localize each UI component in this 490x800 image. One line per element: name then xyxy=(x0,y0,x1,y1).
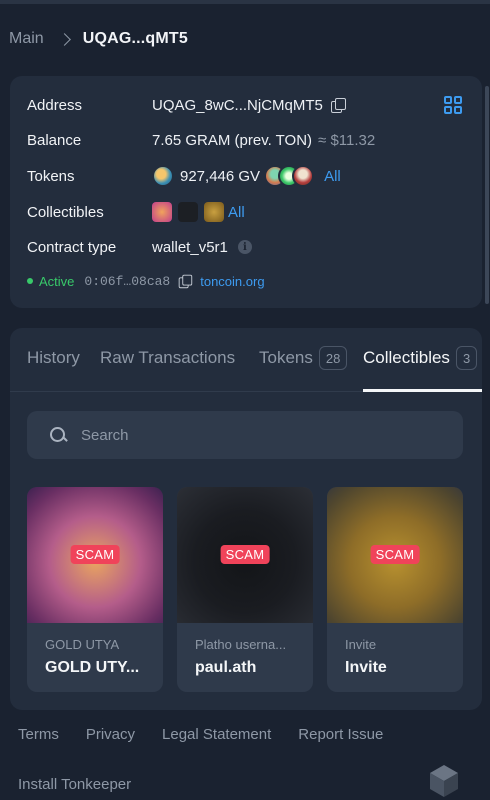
footer-link-privacy[interactable]: Privacy xyxy=(86,726,135,743)
tab-label: Raw Transactions xyxy=(100,348,236,367)
breadcrumb-current: UQAG...qMT5 xyxy=(82,30,188,47)
tokens-row: Tokens 927,446 GV All xyxy=(27,164,341,188)
nft-collection: Invite xyxy=(345,637,377,652)
tab-label: History xyxy=(27,348,80,367)
address-value[interactable]: UQAG_8wC...NjCMqMT5 xyxy=(152,97,323,114)
status-badge: Active xyxy=(39,273,75,289)
token-icon xyxy=(292,165,315,187)
active-tab-indicator xyxy=(363,389,482,392)
balance-usd: ≈ $11.32 xyxy=(318,131,376,149)
top-border xyxy=(0,0,490,4)
footer-links: Terms Privacy Legal Statement Report Iss… xyxy=(18,726,410,743)
search-box[interactable] xyxy=(27,411,463,459)
tabs-panel: History Raw Transactions Tokens 28 Colle… xyxy=(10,328,482,710)
nft-name: GOLD UTY... xyxy=(45,659,140,676)
balance-row: Balance 7.65 GRAM (prev. TON) ≈ $11.32 xyxy=(27,128,375,152)
tab-label: Tokens xyxy=(259,348,313,367)
footer-link-report[interactable]: Report Issue xyxy=(298,726,383,743)
tab-label: Collectibles xyxy=(363,348,450,367)
contract-row: Contract type wallet_v5r1 i xyxy=(27,235,252,259)
tokens-all-link[interactable]: All xyxy=(324,168,341,185)
scrollbar-thumb[interactable] xyxy=(485,86,489,304)
contract-value: wallet_v5r1 xyxy=(152,238,228,256)
tokens-count-badge: 28 xyxy=(318,346,348,370)
nft-card[interactable]: SCAM GOLD UTYA GOLD UTY... xyxy=(27,487,163,692)
chevron-right-icon xyxy=(57,32,71,46)
tab-raw-transactions[interactable]: Raw Transactions xyxy=(100,348,235,368)
status-line: Active 0:06f…08ca8 toncoin.org xyxy=(27,272,265,290)
cube-logo-icon xyxy=(430,765,458,797)
address-label: Address xyxy=(27,96,83,114)
scam-badge: SCAM xyxy=(220,545,270,564)
gv-token-icon xyxy=(152,165,174,187)
tokens-value: 927,446 GV xyxy=(180,167,261,185)
balance-label: Balance xyxy=(27,131,82,149)
nft-name: Invite xyxy=(345,659,387,676)
scam-badge: SCAM xyxy=(370,545,420,564)
domain-link[interactable]: toncoin.org xyxy=(200,274,264,289)
collectible-thumbnail[interactable] xyxy=(204,202,224,222)
info-icon[interactable]: i xyxy=(237,240,252,254)
search-input[interactable] xyxy=(81,426,441,444)
collectibles-count-badge: 3 xyxy=(455,346,478,370)
breadcrumb: Main UQAG...qMT5 xyxy=(9,28,188,50)
tokens-label: Tokens xyxy=(27,167,75,185)
qr-code-icon[interactable] xyxy=(444,96,462,114)
account-info-card: Address UQAG_8wC...NjCMqMT5 Balance 7.65… xyxy=(10,76,482,308)
nft-card[interactable]: SCAM Invite Invite xyxy=(327,487,463,692)
nft-collection: Platho userna... xyxy=(195,637,287,652)
tab-tokens[interactable]: Tokens 28 xyxy=(259,346,348,370)
collectibles-row: Collectibles All xyxy=(27,200,245,224)
nft-collection: GOLD UTYA xyxy=(45,637,120,652)
contract-hash: 0:06f…08ca8 xyxy=(84,273,171,289)
collectible-thumbnail[interactable] xyxy=(178,202,198,222)
collectible-thumbnail[interactable] xyxy=(152,202,172,222)
collectibles-all-link[interactable]: All xyxy=(228,204,245,221)
tab-history[interactable]: History xyxy=(27,348,80,368)
copy-icon[interactable] xyxy=(330,98,346,113)
contract-label: Contract type xyxy=(27,238,117,256)
tab-bar: History Raw Transactions Tokens 28 Colle… xyxy=(10,328,482,392)
status-dot-icon xyxy=(27,278,33,284)
tab-collectibles[interactable]: Collectibles 3 xyxy=(363,346,478,370)
footer-link-terms[interactable]: Terms xyxy=(18,726,59,743)
install-tonkeeper-link[interactable]: Install Tonkeeper xyxy=(18,776,131,793)
footer-link-legal[interactable]: Legal Statement xyxy=(162,726,271,743)
breadcrumb-main-link[interactable]: Main xyxy=(9,30,44,48)
balance-value: 7.65 GRAM (prev. TON) xyxy=(152,131,313,149)
address-row: Address UQAG_8wC...NjCMqMT5 xyxy=(27,93,346,117)
nft-name: paul.ath xyxy=(195,659,257,676)
search-icon xyxy=(49,426,67,444)
collectibles-label: Collectibles xyxy=(27,203,104,221)
scam-badge: SCAM xyxy=(70,545,120,564)
nft-card[interactable]: SCAM Platho userna... paul.ath xyxy=(177,487,313,692)
copy-icon[interactable] xyxy=(178,274,193,289)
